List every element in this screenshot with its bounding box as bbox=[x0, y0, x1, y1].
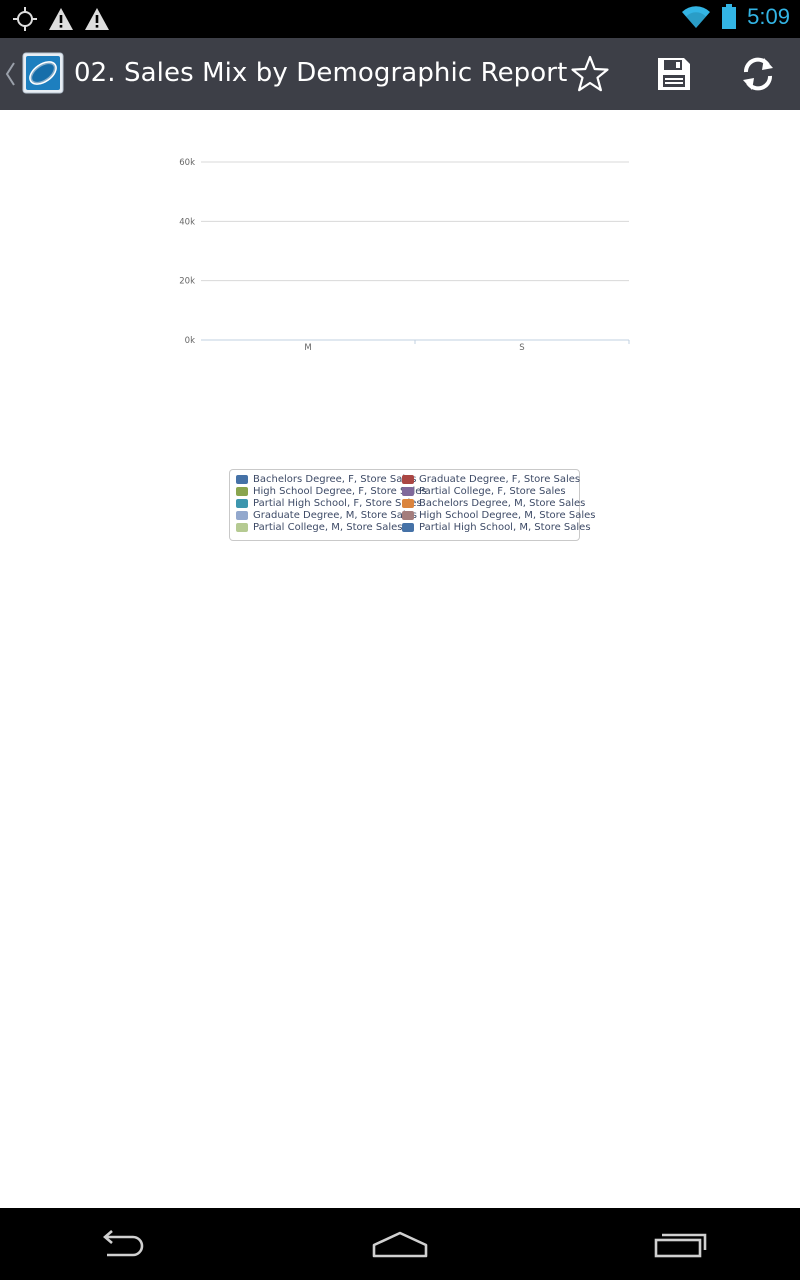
legend-label: High School Degree, F, Store Sales bbox=[253, 485, 427, 497]
legend-label: Bachelors Degree, M, Store Sales bbox=[419, 497, 586, 509]
x-tick-label: S bbox=[519, 343, 524, 353]
legend-item[interactable]: Partial High School, F, Store Sales bbox=[236, 497, 422, 509]
y-tick-label: 20k bbox=[179, 277, 195, 287]
refresh-button[interactable] bbox=[736, 52, 780, 96]
legend-swatch bbox=[402, 474, 414, 484]
legend-item[interactable]: Bachelors Degree, M, Store Sales bbox=[402, 497, 585, 509]
chart-legend: Bachelors Degree, F, Store Sales Graduate… bbox=[229, 469, 596, 541]
legend-swatch bbox=[402, 523, 414, 533]
status-bar-notifications bbox=[12, 6, 110, 32]
legend-label: Graduate Degree, M, Store Sales bbox=[253, 510, 418, 522]
favorite-button[interactable] bbox=[568, 52, 612, 96]
legend-label: Partial College, F, Store Sales bbox=[419, 485, 566, 497]
legend-item[interactable]: Partial High School, M, Store Sales bbox=[402, 522, 591, 534]
back-icon bbox=[103, 1230, 144, 1257]
legend-swatch bbox=[236, 511, 248, 521]
star-icon bbox=[571, 55, 609, 92]
back-button[interactable] bbox=[80, 1224, 160, 1264]
legend-item[interactable]: High School Degree, F, Store Sales bbox=[236, 485, 427, 497]
status-bar: 5:09 bbox=[0, 0, 800, 38]
refresh-icon bbox=[743, 57, 773, 91]
legend-item[interactable]: Graduate Degree, M, Store Sales bbox=[236, 510, 417, 522]
page-title: 02. Sales Mix by Demographic Report bbox=[74, 58, 568, 88]
recents-button[interactable] bbox=[642, 1224, 722, 1264]
status-bar-system: 5:09 bbox=[681, 4, 790, 30]
home-button[interactable] bbox=[360, 1224, 440, 1264]
report-content: 0k 20k 40k 60k M S Bachelors Degree, F, Store… bbox=[0, 110, 800, 1208]
legend-item[interactable]: Graduate Degree, F, Store Sales bbox=[402, 473, 580, 485]
save-icon bbox=[658, 58, 690, 90]
navigation-bar bbox=[0, 1208, 800, 1280]
save-button[interactable] bbox=[652, 52, 696, 96]
legend-items: Bachelors Degree, F, Store Sales Graduate… bbox=[236, 473, 596, 534]
gps-icon bbox=[13, 7, 37, 31]
legend-swatch bbox=[236, 474, 248, 484]
legend-label: Partial High School, M, Store Sales bbox=[419, 522, 591, 534]
y-tick-label: 0k bbox=[185, 336, 195, 346]
recents-icon bbox=[654, 1233, 707, 1258]
action-bar: 02. Sales Mix by Demographic Report bbox=[0, 38, 800, 110]
legend-swatch bbox=[236, 498, 248, 508]
up-caret-icon[interactable] bbox=[4, 60, 16, 88]
legend-swatch bbox=[402, 511, 414, 521]
legend-item[interactable]: Bachelors Degree, F, Store Sales bbox=[236, 473, 416, 485]
legend-label: Graduate Degree, F, Store Sales bbox=[419, 473, 581, 485]
legend-item[interactable]: High School Degree, M, Store Sales bbox=[402, 510, 596, 522]
y-tick-label: 40k bbox=[179, 217, 195, 227]
status-time: 5:09 bbox=[747, 4, 790, 29]
legend-swatch bbox=[236, 486, 248, 496]
warning-icon bbox=[85, 8, 109, 30]
warning-icon bbox=[49, 8, 73, 30]
app-logo-icon[interactable] bbox=[22, 52, 64, 94]
home-icon bbox=[372, 1231, 428, 1258]
legend-swatch bbox=[402, 498, 414, 508]
y-tick-label: 60k bbox=[179, 158, 195, 168]
legend-swatch bbox=[402, 486, 414, 496]
legend-label: High School Degree, M, Store Sales bbox=[419, 510, 596, 522]
legend-item[interactable]: Partial College, M, Store Sales bbox=[236, 522, 402, 534]
legend-swatch bbox=[236, 523, 248, 533]
sales-mix-chart: 0k 20k 40k 60k M S bbox=[179, 158, 630, 353]
legend-label: Partial College, M, Store Sales bbox=[253, 522, 403, 534]
legend-label: Bachelors Degree, F, Store Sales bbox=[253, 473, 417, 485]
legend-item[interactable]: Partial College, F, Store Sales bbox=[402, 485, 574, 497]
legend-label: Partial High School, F, Store Sales bbox=[253, 497, 422, 509]
battery-icon bbox=[722, 4, 737, 29]
x-tick-label: M bbox=[304, 343, 311, 353]
wifi-icon bbox=[682, 6, 711, 29]
